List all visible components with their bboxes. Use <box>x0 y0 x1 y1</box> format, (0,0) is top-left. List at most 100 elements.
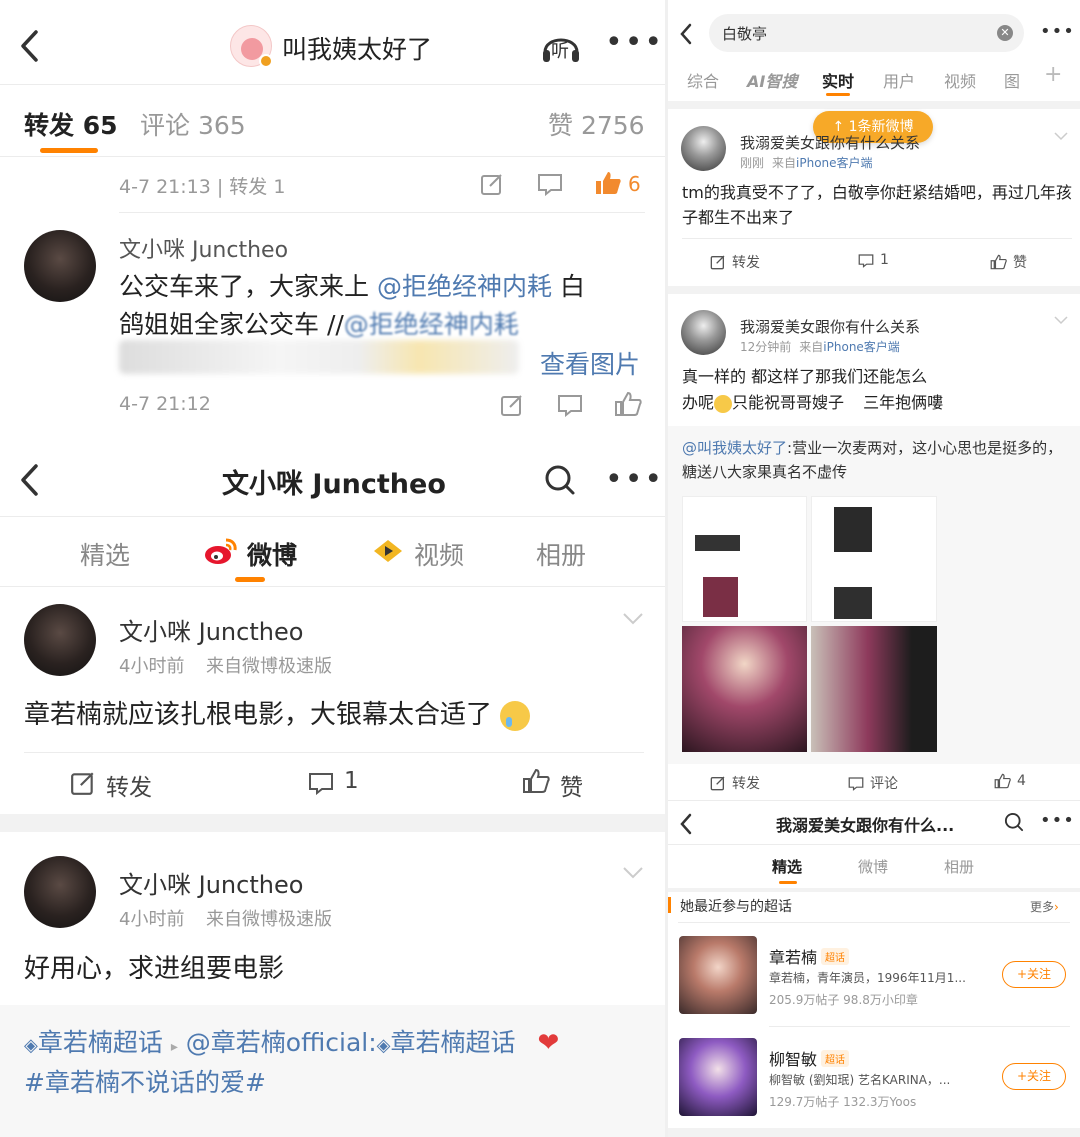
comment-icon[interactable] <box>537 172 563 196</box>
chevron-down-icon[interactable] <box>1054 316 1068 325</box>
repost-button[interactable]: 转发 <box>106 768 152 802</box>
avatar[interactable] <box>24 856 96 928</box>
user-name[interactable]: 文小咪 Junctheo <box>119 612 303 647</box>
topic-desc: 柳智敏 (劉知珉) 艺名KARINA，... <box>769 1073 951 1087</box>
more-icon[interactable]: ••• <box>1040 22 1075 42</box>
image-grid[interactable] <box>682 496 937 752</box>
search-icon[interactable] <box>544 464 576 496</box>
topic-link[interactable]: 章若楠超话 <box>38 1028 163 1057</box>
quoted-text: @叫我姨太好了:营业一次麦两对，这小心思也是挺多的，糖送八大家果真名不虚传 <box>682 436 1072 484</box>
back-arrow-icon[interactable] <box>18 28 42 64</box>
user-name[interactable]: 我溺爱美女跟你有什么关系 <box>740 132 920 153</box>
avatar[interactable] <box>681 126 726 171</box>
video-icon <box>372 538 404 564</box>
more-icon[interactable]: ••• <box>605 465 664 495</box>
tab-featured[interactable]: 精选 <box>772 856 802 877</box>
image-thumb[interactable] <box>811 626 937 752</box>
comment-button[interactable]: 评论 <box>848 773 898 793</box>
image-thumb[interactable] <box>682 626 807 752</box>
chevron-down-icon[interactable] <box>622 866 644 880</box>
topic-link[interactable]: 章若楠超话 <box>391 1028 516 1057</box>
image-thumb[interactable] <box>811 496 937 622</box>
comment-icon[interactable] <box>557 393 583 417</box>
mention-link[interactable]: @拒绝经神内耗 <box>344 310 519 339</box>
post-time: 4小时前 <box>119 909 185 930</box>
user-name[interactable]: 文小咪 Junctheo <box>119 865 303 900</box>
thumbs-up-icon[interactable] <box>594 170 622 196</box>
search-icon[interactable] <box>1004 812 1024 832</box>
tab-realtime[interactable]: 实时 <box>822 68 854 92</box>
comment-count[interactable]: 1 <box>344 768 359 794</box>
repost-content: 公交车来了，大家来上 @拒绝经神内耗 白 鸽姐姐全家公交车 //@拒绝经神内耗 <box>119 268 649 344</box>
comment-button[interactable]: 1 <box>858 252 889 268</box>
tab-video[interactable]: 视频 <box>944 68 976 92</box>
tab-like[interactable]: 赞 2756 <box>548 106 645 142</box>
hashtag-link[interactable]: #章若楠不说话的爱# <box>24 1063 266 1099</box>
topic-cover[interactable] <box>679 936 757 1014</box>
tab-repost[interactable]: 转发 65 <box>24 106 118 142</box>
more-icon[interactable]: ••• <box>1040 811 1075 831</box>
search-bar[interactable]: 白敬亭 ✕ <box>709 14 1024 52</box>
tab-weibo[interactable]: 微博 <box>247 536 297 572</box>
like-button[interactable]: 赞 <box>560 768 583 802</box>
like-button[interactable]: 4 <box>994 773 1026 789</box>
avatar[interactable] <box>24 604 96 676</box>
tab-featured[interactable]: 精选 <box>80 536 130 572</box>
more-icon[interactable]: ••• <box>605 28 664 58</box>
follow-button[interactable]: +关注 <box>1002 1063 1066 1090</box>
back-arrow-icon[interactable] <box>678 22 694 46</box>
chevron-down-icon[interactable] <box>1054 132 1068 141</box>
more-link[interactable]: 更多› <box>1030 898 1059 915</box>
thumbs-up-icon[interactable] <box>522 768 550 794</box>
tab-video[interactable]: 视频 <box>414 536 464 572</box>
mention-link[interactable]: @章若楠official: <box>186 1028 377 1057</box>
mention-link[interactable]: @拒绝经神内耗 <box>377 272 552 301</box>
view-image-link[interactable]: 查看图片 <box>540 345 640 381</box>
topic-stats: 205.9万帖子 98.8万小印章 <box>769 993 918 1007</box>
avatar[interactable] <box>24 230 96 302</box>
back-arrow-icon[interactable] <box>18 462 42 498</box>
post-time: 12分钟前 <box>740 340 792 354</box>
repost-button[interactable]: 转发 <box>710 252 760 272</box>
tab-comment[interactable]: 评论 365 <box>140 106 246 142</box>
header-avatar[interactable] <box>230 25 273 68</box>
post-source: 来自微博极速版 <box>206 909 332 930</box>
tab-album[interactable]: 相册 <box>944 856 974 877</box>
repost-text: 白 <box>559 272 585 301</box>
thumbs-up-icon[interactable] <box>614 391 642 417</box>
follow-button[interactable]: +关注 <box>1002 961 1066 988</box>
user-name[interactable]: 文小咪 Junctheo <box>119 232 288 264</box>
user-name[interactable]: 我溺爱美女跟你有什么关系 <box>740 316 920 337</box>
like-label: 赞 <box>1013 255 1027 271</box>
mention-link[interactable]: @叫我姨太好了 <box>682 439 787 457</box>
topic-name[interactable]: 柳智敏 <box>769 1046 817 1070</box>
back-arrow-icon[interactable] <box>678 812 694 836</box>
search-panel: 白敬亭 ✕ ••• 综合 AI智搜 实时 用户 视频 图 + ↑ 1条新微博 我… <box>668 0 1080 800</box>
share-icon[interactable] <box>70 770 96 796</box>
image-thumb[interactable] <box>682 496 807 622</box>
repost-button[interactable]: 转发 <box>710 773 760 793</box>
clear-icon[interactable]: ✕ <box>997 25 1013 41</box>
headphone-icon[interactable]: 听 <box>540 26 582 66</box>
comment-icon[interactable] <box>308 771 334 795</box>
chevron-down-icon[interactable] <box>622 612 644 626</box>
topic-name[interactable]: 章若楠 <box>769 944 817 968</box>
comment-icon <box>858 253 874 268</box>
tab-users[interactable]: 用户 <box>883 68 915 92</box>
avatar[interactable] <box>681 310 726 355</box>
tab-images[interactable]: 图 <box>1004 68 1020 92</box>
add-tab-icon[interactable]: + <box>1044 62 1062 87</box>
like-button[interactable]: 赞 <box>990 252 1027 272</box>
share-icon[interactable] <box>480 172 504 196</box>
post-content: 好用心，求进组要电影 <box>24 954 285 984</box>
topic-cover[interactable] <box>679 1038 757 1116</box>
tab-weibo[interactable]: 微博 <box>858 856 888 877</box>
diamond-icon: ◈ <box>24 1035 38 1056</box>
tab-album[interactable]: 相册 <box>536 536 586 572</box>
share-icon[interactable] <box>500 393 524 417</box>
post-time: 4小时前 <box>119 656 185 677</box>
search-input[interactable]: 白敬亭 <box>722 23 767 44</box>
tab-comprehensive[interactable]: 综合 <box>687 68 719 92</box>
like-count: 6 <box>628 172 641 196</box>
tab-ai-search[interactable]: AI智搜 <box>747 68 797 92</box>
